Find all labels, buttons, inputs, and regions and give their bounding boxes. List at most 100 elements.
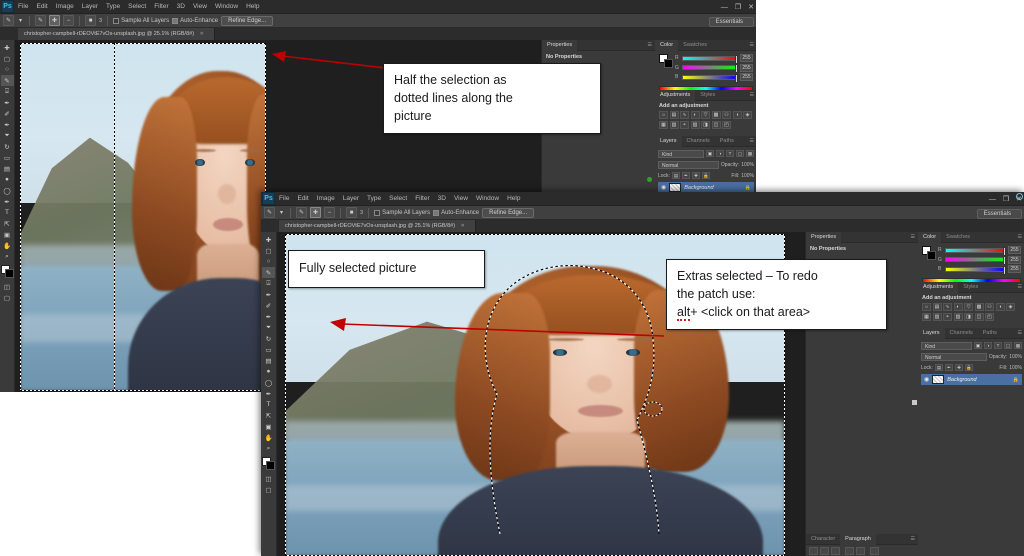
adjustment-icon-grid[interactable]: ☼ ▤ ∿ ◐ ▽ ▩ ⚇ ◑ ◈ ▦ ▧ ◓ ▨ ◨ ◫ ◰	[922, 303, 1021, 321]
channel-value-r[interactable]: 255	[1008, 246, 1021, 254]
menu-select[interactable]: Select	[385, 192, 411, 206]
chevron-down-icon[interactable]: ▾	[278, 207, 285, 218]
justify-all-icon[interactable]	[870, 547, 879, 555]
black-white-icon[interactable]: ◑	[732, 111, 742, 119]
tab-swatches[interactable]: Swatches	[678, 40, 712, 51]
blur-tool[interactable]: ●	[262, 366, 275, 377]
black-white-icon[interactable]: ◑	[995, 303, 1005, 311]
subtract-from-selection-icon[interactable]: −	[324, 207, 335, 218]
justify-last-left-icon[interactable]	[845, 547, 854, 555]
panel-menu-icon[interactable]: ☰	[648, 42, 652, 48]
marquee-tool[interactable]: ▢	[262, 245, 275, 256]
menu-help[interactable]: Help	[242, 0, 263, 14]
background-color-swatch[interactable]	[266, 461, 275, 470]
adjustments-panel[interactable]: Adjustments Styles ☰ Add an adjustment ☼…	[655, 89, 756, 136]
screen-mode-tool[interactable]: ▢	[1, 292, 14, 303]
photoshop-window-front[interactable]: Ps File Edit Image Layer Type Select Fil…	[261, 192, 1024, 556]
workspace-switcher[interactable]: Essentials	[976, 209, 1022, 219]
refine-edge-button[interactable]: Refine Edge...	[221, 15, 274, 26]
hand-tool[interactable]: ✋	[262, 432, 275, 443]
color-slider-g[interactable]: G 255	[675, 63, 753, 73]
quick-selection-tool[interactable]: ✎	[0, 75, 14, 86]
tab-swatches[interactable]: Swatches	[941, 232, 975, 243]
eyedropper-tool[interactable]: ✒	[1, 97, 14, 108]
crop-tool[interactable]: ⍓	[262, 278, 275, 289]
blend-mode-select[interactable]: Normal	[658, 160, 719, 169]
color-slider-r[interactable]: R 255	[938, 246, 1021, 256]
pen-tool[interactable]: ✒	[1, 196, 14, 207]
opacity-value[interactable]: 100%	[741, 162, 754, 168]
filter-smart-icon[interactable]: ▩	[746, 150, 754, 157]
marquee-tool[interactable]: ▢	[1, 53, 14, 64]
tab-styles[interactable]: Styles	[695, 90, 720, 101]
tab-properties[interactable]: Properties	[806, 231, 842, 243]
color-slider-r[interactable]: R 255	[675, 54, 753, 64]
photo-filter-icon[interactable]: ◈	[743, 111, 752, 119]
workspace-switcher[interactable]: Essentials	[708, 17, 754, 27]
panel-menu-icon[interactable]: ☰	[911, 234, 915, 240]
menu-view[interactable]: View	[189, 0, 211, 14]
adjustments-panel[interactable]: Adjustments Styles ☰ Add an adjustment ☼…	[918, 281, 1024, 328]
brightness-contrast-icon[interactable]: ☼	[922, 303, 931, 311]
filter-shape-icon[interactable]: ▢	[736, 150, 744, 157]
document-tab[interactable]: christopher-campbell-rDEOVtE7vOs-unsplas…	[18, 28, 215, 40]
invert-icon[interactable]: ◓	[680, 120, 689, 129]
lock-image-icon[interactable]: ✒	[944, 364, 953, 371]
eye-icon[interactable]: ◉	[924, 376, 929, 383]
filter-adjustment-icon[interactable]: ◑	[716, 150, 724, 157]
zoom-tool[interactable]: ⌕	[1, 251, 14, 262]
hand-tool[interactable]: ✋	[1, 240, 14, 251]
move-tool[interactable]: ✚	[1, 42, 14, 53]
invert-icon[interactable]: ◓	[943, 312, 952, 321]
hue-saturation-icon[interactable]: ▩	[711, 111, 721, 119]
pen-tool[interactable]: ✒	[262, 388, 275, 399]
chevron-down-icon[interactable]: ▾	[17, 15, 24, 26]
shape-tool[interactable]: ▣	[1, 229, 14, 240]
menu-view[interactable]: View	[450, 192, 472, 206]
menu-layer[interactable]: Layer	[78, 0, 102, 14]
tools-panel[interactable]: ✚ ▢ ○ ✎ ⍓ ✒ ✐ ✒ ⏷ ↻ ▭ ▤ ● ◯ ✒ T ⇱ ▣ ✋ ⌕ …	[261, 232, 277, 556]
brush-tool[interactable]: ✒	[1, 119, 14, 130]
layer-filter-row[interactable]: Kind ▣ ◑ T ▢ ▩	[658, 149, 754, 158]
tab-styles[interactable]: Styles	[958, 282, 983, 293]
levels-icon[interactable]: ▤	[932, 303, 942, 311]
filter-pixel-icon[interactable]: ▣	[706, 150, 714, 157]
eraser-tool[interactable]: ▭	[262, 344, 275, 355]
panel-resize-handle[interactable]	[912, 400, 917, 405]
channel-mixer-icon[interactable]: ▦	[922, 312, 931, 321]
sample-all-layers-checkbox[interactable]: Sample All Layers	[374, 209, 430, 216]
gradient-tool[interactable]: ▤	[1, 163, 14, 174]
blend-mode-row[interactable]: Normal Opacity: 100%	[921, 352, 1022, 361]
threshold-icon[interactable]: ◨	[964, 312, 973, 321]
menu-window[interactable]: Window	[472, 192, 503, 206]
type-panel[interactable]: Character Paragraph ☰	[806, 533, 918, 556]
quick-selection-icon[interactable]: ✎	[264, 207, 275, 218]
color-slider-b[interactable]: B 255	[675, 73, 753, 83]
menu-file[interactable]: File	[275, 192, 293, 206]
zoom-tool[interactable]: ⌕	[262, 443, 275, 454]
tab-adjustments[interactable]: Adjustments	[918, 281, 959, 293]
lock-row[interactable]: Lock: ▤ ✒ ✚ 🔒 Fill: 100%	[658, 171, 754, 180]
fill-value[interactable]: 100%	[741, 173, 754, 179]
color-lookup-icon[interactable]: ▧	[669, 120, 679, 129]
channel-value-g[interactable]: 255	[740, 63, 753, 72]
gradient-map-icon[interactable]: ◫	[711, 120, 721, 129]
filter-type-icon[interactable]: T	[994, 342, 1002, 349]
tab-layers[interactable]: Layers	[918, 327, 945, 339]
menu-filter[interactable]: Filter	[411, 192, 433, 206]
menu-3d[interactable]: 3D	[173, 0, 189, 14]
layers-panel[interactable]: Layers Channels Paths ☰ Kind ▣ ◑ T ▢ ▩ N…	[918, 327, 1024, 528]
blend-mode-row[interactable]: Normal Opacity: 100%	[658, 160, 754, 169]
lasso-tool[interactable]: ○	[262, 256, 275, 267]
menu-edit[interactable]: Edit	[32, 0, 51, 14]
color-swatch-pair[interactable]	[922, 246, 936, 260]
channel-value-r[interactable]: 255	[740, 54, 753, 62]
auto-enhance-checkbox[interactable]: Auto-Enhance	[433, 209, 479, 216]
curves-icon[interactable]: ∿	[680, 111, 689, 119]
sample-all-layers-checkbox[interactable]: Sample All Layers	[113, 17, 169, 24]
brush-tool[interactable]: ✒	[262, 311, 275, 322]
gradient-tool[interactable]: ▤	[262, 355, 275, 366]
menu-type[interactable]: Type	[102, 0, 124, 14]
panel-menu-icon[interactable]: ☰	[1018, 330, 1022, 336]
tab-layers[interactable]: Layers	[655, 135, 682, 147]
